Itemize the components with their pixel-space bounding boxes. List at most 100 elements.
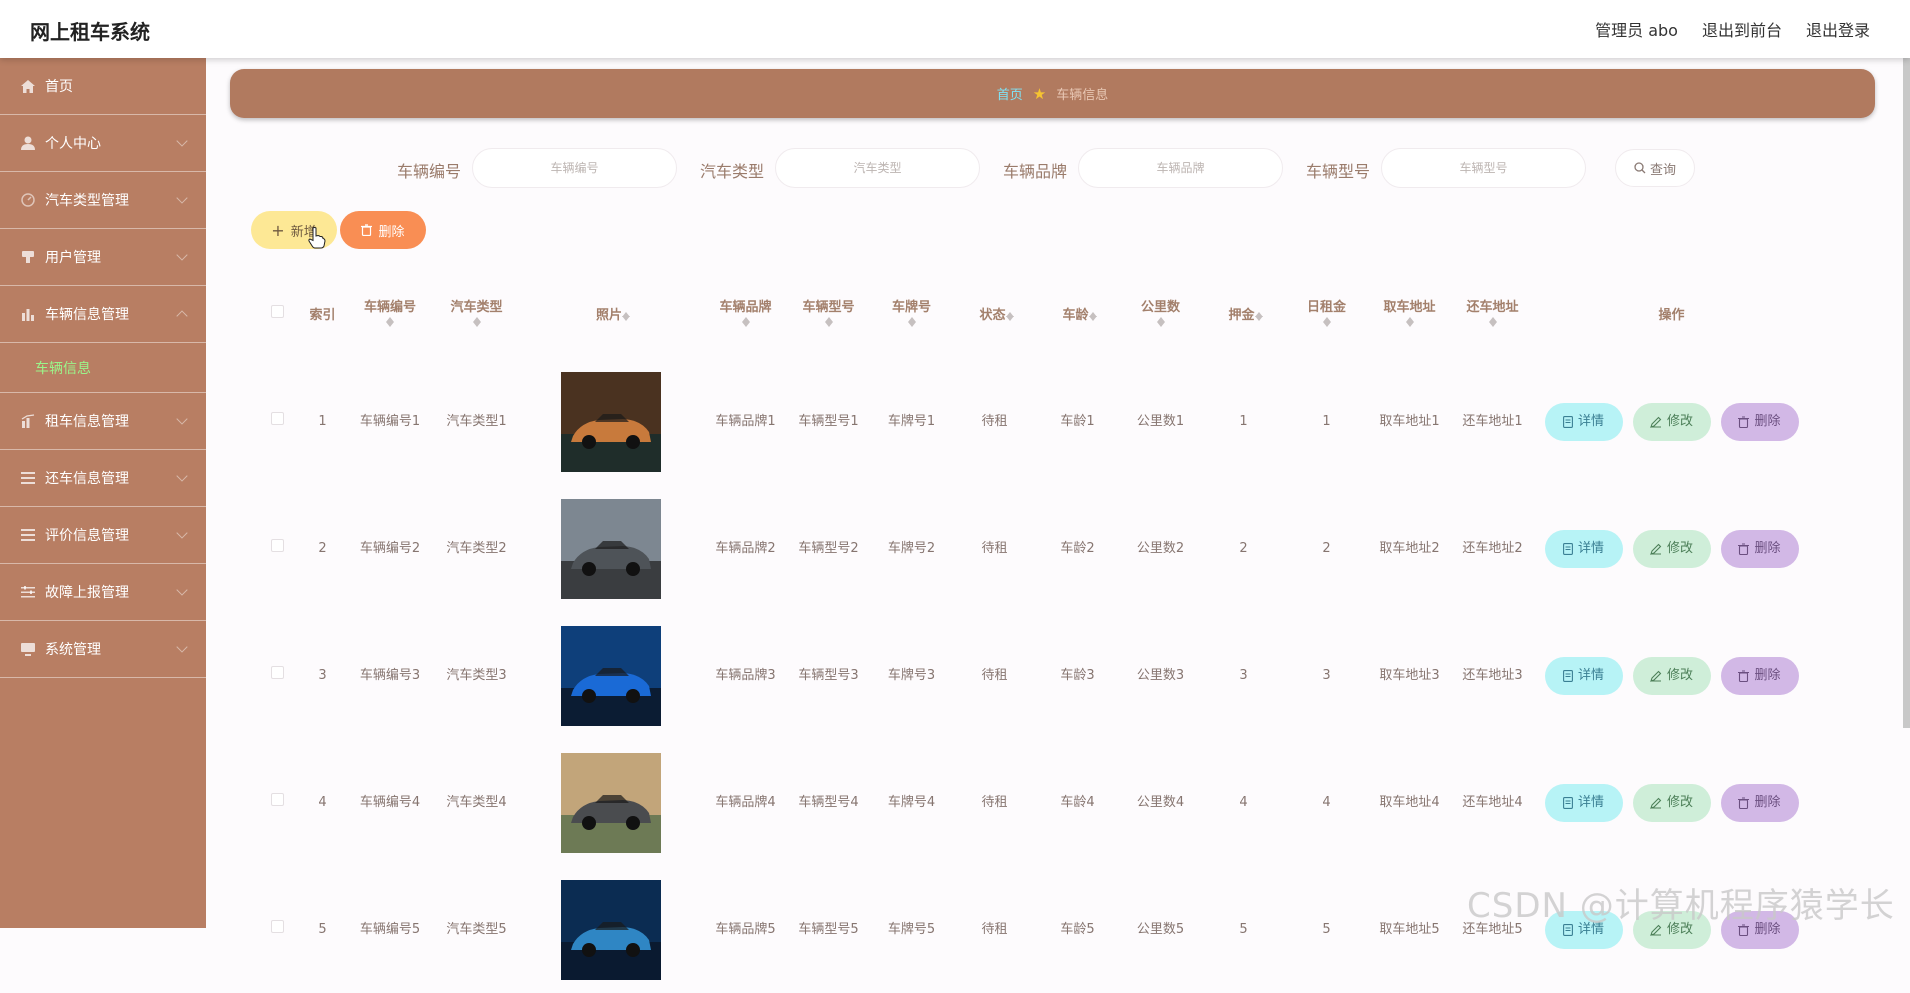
car-photo[interactable] (561, 625, 661, 726)
sidebar-item-user-mgmt[interactable]: 用户管理 (0, 229, 206, 286)
batch-delete-button[interactable]: 删除 (340, 211, 426, 249)
edit-button[interactable]: 修改 (1632, 783, 1711, 822)
header-brand[interactable]: 车辆品牌 (704, 268, 787, 358)
chevron-down-icon (176, 249, 188, 261)
detail-button[interactable]: 详情 (1544, 529, 1623, 568)
delete-button[interactable]: 删除 (1720, 783, 1799, 822)
cell-car-type: 汽车类型3 (446, 668, 507, 683)
brand-label: 车辆品牌 (1003, 162, 1068, 181)
cell-plate: 车牌号3 (887, 668, 936, 683)
sidebar-item-label: 租车信息管理 (45, 414, 129, 430)
car-photo[interactable] (561, 752, 661, 853)
cell-model: 车辆型号3 (798, 668, 859, 683)
header-mileage[interactable]: 公里数 (1119, 268, 1202, 358)
cell-index: 3 (318, 668, 327, 683)
row-checkbox[interactable] (271, 539, 284, 552)
edit-button[interactable]: 修改 (1632, 656, 1711, 695)
sidebar-item-label: 系统管理 (45, 642, 101, 658)
row-checkbox[interactable] (271, 793, 284, 806)
cell-vehicle-no: 车辆编号5 (359, 922, 421, 937)
edit-button[interactable]: 修改 (1632, 402, 1711, 441)
cell-brand: 车辆品牌5 (715, 922, 776, 937)
trash-icon (361, 224, 373, 236)
cell-operations: 详情 修改 删除 (1534, 612, 1809, 739)
row-select-cell (255, 739, 300, 866)
header-return-address[interactable]: 还车地址 (1451, 268, 1534, 358)
cell-mileage: 公里数3 (1136, 668, 1185, 683)
sidebar-item-return-info-mgmt[interactable]: 还车信息管理 (0, 450, 206, 507)
cell-brand: 车辆品牌2 (715, 541, 776, 556)
select-all-checkbox[interactable] (271, 304, 284, 318)
car-photo[interactable] (561, 879, 661, 980)
cell-car-type: 汽车类型4 (446, 795, 507, 810)
header-age[interactable]: 车龄 (1036, 268, 1119, 358)
delete-button[interactable]: 删除 (1720, 402, 1799, 441)
edit-button[interactable]: 修改 (1632, 529, 1711, 568)
logout-link[interactable]: 退出登录 (1806, 17, 1870, 41)
admin-user-link[interactable]: 管理员 abo (1595, 17, 1678, 41)
cell-photo (518, 739, 704, 866)
car-type-input[interactable] (775, 148, 980, 188)
detail-button[interactable]: 详情 (1544, 783, 1623, 822)
trash-icon (1738, 669, 1750, 682)
table-row: 1 车辆编号1 汽车类型1 车辆品牌1 车辆型号1 车牌号1 待租 车龄1 公里数1 1 1 取车地址… (255, 358, 1809, 485)
header-plate[interactable]: 车牌号 (870, 268, 953, 358)
detail-button[interactable]: 详情 (1544, 656, 1623, 695)
query-button[interactable]: 查询 (1615, 149, 1695, 187)
home-icon (20, 78, 36, 94)
cell-brand: 车辆品牌3 (715, 668, 776, 683)
sidebar-item-home[interactable]: 首页 (0, 58, 206, 115)
query-button-label: 查询 (1649, 162, 1676, 178)
delete-button[interactable]: 删除 (1720, 529, 1799, 568)
row-checkbox[interactable] (271, 666, 284, 679)
sidebar-item-label: 汽车类型管理 (45, 193, 129, 209)
brand-input[interactable] (1078, 148, 1283, 188)
breadcrumb-current: 车辆信息 (1056, 88, 1109, 103)
cell-pickup: 取车地址2 (1379, 541, 1440, 556)
vehicle-no-input[interactable] (472, 148, 677, 188)
cell-operations: 详情 修改 删除 (1534, 358, 1809, 485)
cell-index: 1 (318, 414, 327, 429)
cell-deposit: 5 (1239, 922, 1248, 937)
header-model[interactable]: 车辆型号 (787, 268, 870, 358)
exit-to-frontend-link[interactable]: 退出到前台 (1702, 17, 1782, 41)
cell-pickup: 取车地址1 (1379, 414, 1440, 429)
cell-model: 车辆型号1 (798, 414, 859, 429)
app-title: 网上租车系统 (30, 20, 150, 44)
cell-plate: 车牌号4 (887, 795, 936, 810)
header-vehicle-no[interactable]: 车辆编号 (345, 268, 435, 358)
cell-age: 车龄5 (1060, 922, 1095, 937)
row-checkbox[interactable] (271, 412, 284, 425)
header-car-type[interactable]: 汽车类型 (435, 268, 518, 358)
cell-daily-rent: 5 (1322, 922, 1331, 937)
cell-index: 4 (318, 795, 327, 810)
header-photo[interactable]: 照片 (518, 268, 704, 358)
delete-button[interactable]: 删除 (1720, 656, 1799, 695)
breadcrumb-home[interactable]: 首页 (997, 84, 1023, 103)
sidebar-item-vehicle-info-mgmt[interactable]: 车辆信息管理 (0, 286, 206, 343)
sidebar-item-fault-report-mgmt[interactable]: 故障上报管理 (0, 564, 206, 621)
header-pickup-address[interactable]: 取车地址 (1368, 268, 1451, 358)
detail-button[interactable]: 详情 (1544, 402, 1623, 441)
sidebar-item-rental-info-mgmt[interactable]: 租车信息管理 (0, 393, 206, 450)
row-select-cell (255, 485, 300, 612)
sidebar-item-review-info-mgmt[interactable]: 评价信息管理 (0, 507, 206, 564)
cell-age: 车龄1 (1060, 414, 1095, 429)
header-status[interactable]: 状态 (953, 268, 1036, 358)
chart-icon (20, 413, 36, 429)
row-checkbox[interactable] (271, 920, 284, 933)
car-photo[interactable] (561, 371, 661, 472)
cell-vehicle-no: 车辆编号3 (359, 668, 421, 683)
model-input[interactable] (1381, 148, 1586, 188)
cell-operations: 详情 修改 删除 (1534, 739, 1809, 866)
stamp-icon (20, 249, 36, 265)
car-photo[interactable] (561, 498, 661, 599)
sidebar-item-system-mgmt[interactable]: 系统管理 (0, 621, 206, 678)
sidebar-subitem-vehicle-info[interactable]: 车辆信息 (0, 343, 206, 393)
cell-plate: 车牌号1 (887, 414, 936, 429)
cell-return: 还车地址2 (1462, 541, 1523, 556)
header-daily-rent[interactable]: 日租金 (1285, 268, 1368, 358)
cell-status: 待租 (981, 668, 1008, 683)
header-deposit[interactable]: 押金 (1202, 268, 1285, 358)
cell-car-type: 汽车类型1 (446, 414, 507, 429)
